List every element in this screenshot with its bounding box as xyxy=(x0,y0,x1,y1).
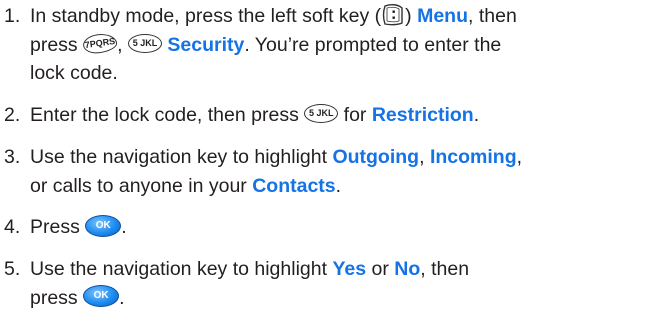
outgoing-keyword: Outgoing xyxy=(332,146,420,168)
step-text: . xyxy=(473,104,480,126)
step-text: In standby mode, press the left soft key… xyxy=(30,5,382,27)
step-2: 2. Enter the lock code, then press 5 JKL … xyxy=(4,101,634,130)
menu-keyword: Menu xyxy=(417,5,469,27)
step-3: 3. Use the navigation key to highlight Ou… xyxy=(4,143,634,200)
step-text: , xyxy=(516,146,523,168)
step-5: 5. Use the navigation key to highlight Ye… xyxy=(4,255,634,312)
step-text: Use the navigation key to highlight xyxy=(30,146,333,168)
incoming-keyword: Incoming xyxy=(429,146,517,168)
step-number: 5. xyxy=(4,258,21,280)
step-number: 3. xyxy=(4,146,21,168)
step-number: 1. xyxy=(4,5,21,27)
no-keyword: No xyxy=(394,258,421,280)
key-5-icon: 5 JKL xyxy=(127,33,162,53)
step-text: Press xyxy=(30,216,86,238)
step-text: , then xyxy=(468,5,517,27)
step-text: . xyxy=(335,174,342,197)
yes-keyword: Yes xyxy=(332,258,367,280)
key-7-icon: 7PQRS xyxy=(81,31,119,56)
step-text: press xyxy=(30,286,84,309)
ok-key-icon: OK xyxy=(83,285,120,308)
step-text: . xyxy=(121,216,127,238)
step-text: , xyxy=(117,33,128,56)
security-keyword: Security xyxy=(167,33,245,56)
step-text: . xyxy=(119,286,125,309)
step-number: 2. xyxy=(4,104,21,126)
step-1: 1. In standby mode, press the left soft k… xyxy=(4,2,634,88)
step-text: or xyxy=(366,258,395,280)
left-soft-key-icon xyxy=(381,3,405,27)
step-text: , xyxy=(419,146,430,168)
ok-key-icon: OK xyxy=(85,214,122,237)
step-4: 4. Press OK. xyxy=(4,213,634,242)
step-text: for xyxy=(338,104,372,126)
restriction-keyword: Restriction xyxy=(371,104,474,126)
instruction-page: 1. In standby mode, press the left soft k… xyxy=(0,0,645,336)
step-number: 4. xyxy=(4,216,21,238)
step-text: , then xyxy=(420,258,470,280)
step-text: press xyxy=(30,33,84,56)
step-text: or calls to anyone in your xyxy=(30,174,253,197)
step-text: . You’re prompted to enter the xyxy=(244,33,502,56)
contacts-keyword: Contacts xyxy=(252,174,336,197)
step-text: Enter the lock code, then press xyxy=(30,104,305,126)
step-text: lock code. xyxy=(30,62,118,84)
step-text: Use the navigation key to highlight xyxy=(30,258,333,280)
key-5-icon: 5 JKL xyxy=(304,104,339,124)
step-text: ) xyxy=(405,5,418,27)
